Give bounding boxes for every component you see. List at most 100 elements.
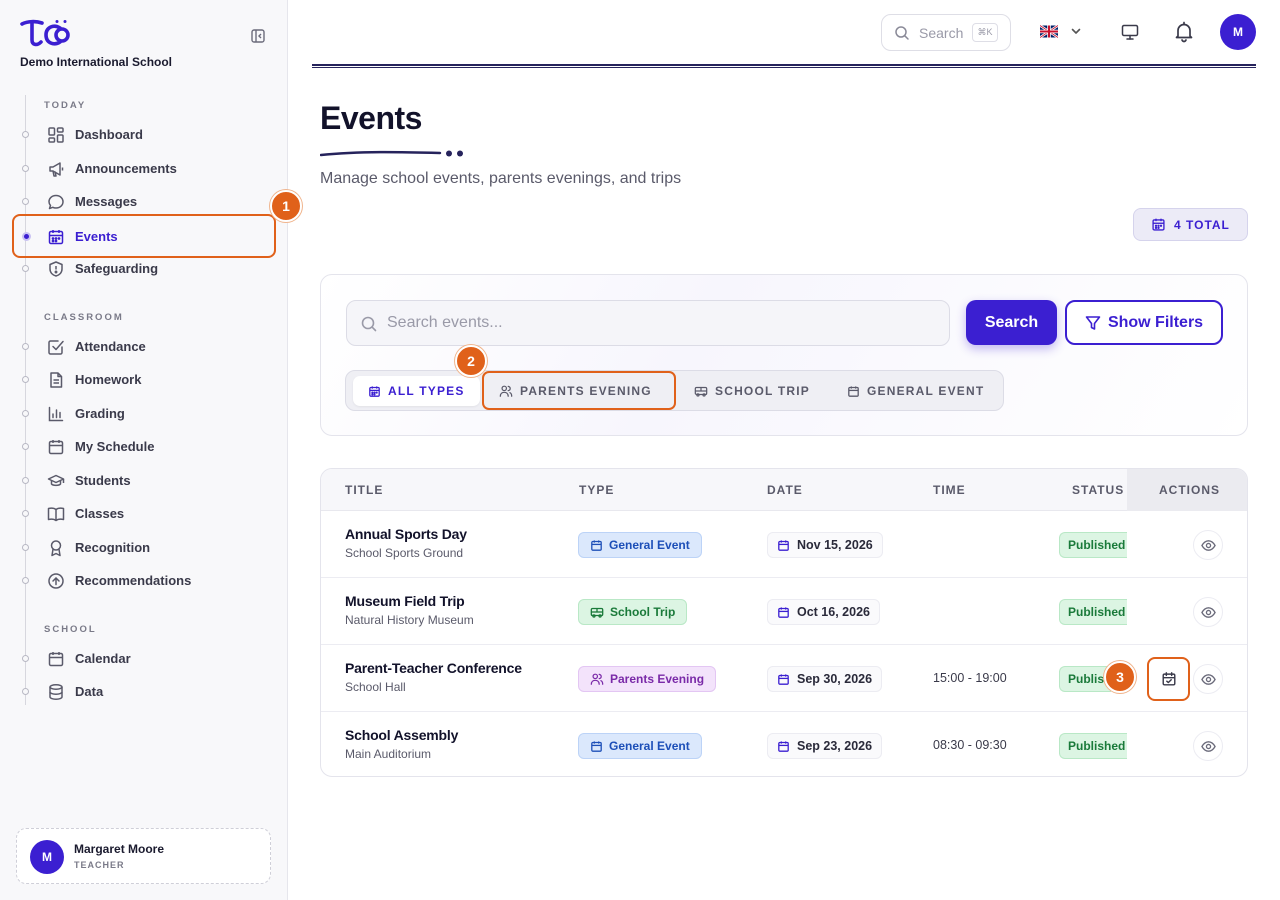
sidebar-item-label: Dashboard (75, 127, 143, 142)
sidebar: Demo International School TODAY Dashboar… (0, 0, 288, 900)
tab-parents-evening[interactable]: PARENTS EVENING (482, 371, 676, 410)
chat-bubble-icon (47, 193, 65, 211)
tab-all-types[interactable]: ALL TYPES (353, 376, 480, 406)
sidebar-item-recognition[interactable]: Recognition (12, 531, 276, 565)
sidebar-item-homework[interactable]: Homework (12, 363, 276, 397)
chevron-down-icon[interactable] (1070, 25, 1082, 37)
type-label: School Trip (610, 605, 676, 619)
calendar-icon (369, 385, 380, 397)
event-time: 15:00 - 19:00 (933, 671, 1007, 685)
tab-label: SCHOOL TRIP (715, 384, 810, 398)
view-button[interactable] (1193, 597, 1223, 627)
tab-school-trip[interactable]: SCHOOL TRIP (679, 376, 825, 406)
sidebar-item-dashboard[interactable]: Dashboard (12, 118, 276, 152)
calendar-icon (778, 539, 789, 551)
school-logo[interactable] (20, 18, 74, 48)
table-row[interactable]: Annual Sports Day School Sports Ground G… (321, 511, 1247, 578)
monitor-icon[interactable] (1120, 22, 1140, 42)
page-title: Events (320, 100, 422, 136)
column-header-date[interactable]: DATE (767, 483, 803, 497)
calendar-icon (47, 438, 65, 456)
calendar-icon (1152, 218, 1165, 231)
view-button[interactable] (1193, 530, 1223, 560)
date-badge: Sep 30, 2026 (767, 666, 883, 692)
event-search-field[interactable] (346, 300, 950, 346)
column-header-type[interactable]: TYPE (579, 483, 614, 497)
date-badge: Nov 15, 2026 (767, 532, 883, 558)
global-search[interactable]: Search ⌘K (881, 14, 1011, 51)
type-label: Parents Evening (610, 672, 705, 686)
sidebar-item-label: Data (75, 684, 104, 699)
sidebar-item-label: Grading (75, 406, 125, 421)
sidebar-item-classes[interactable]: Classes (12, 497, 276, 531)
sidebar-item-announcements[interactable]: Announcements (12, 152, 276, 186)
column-header-title[interactable]: TITLE (345, 483, 383, 497)
school-name: Demo International School (20, 55, 173, 69)
database-icon (47, 683, 65, 701)
date-label: Sep 30, 2026 (797, 672, 873, 686)
sidebar-item-attendance[interactable]: Attendance (12, 330, 276, 364)
sidebar-item-calendar[interactable]: Calendar (12, 642, 276, 676)
sidebar-item-grading[interactable]: Grading (12, 397, 276, 431)
column-header-time[interactable]: TIME (933, 483, 966, 497)
column-header-status[interactable]: STATUS (1072, 483, 1124, 497)
date-label: Oct 16, 2026 (797, 605, 870, 619)
total-count-label: 4 TOTAL (1174, 217, 1230, 232)
section-label-school: SCHOOL (44, 624, 97, 635)
sidebar-item-label: Classes (75, 506, 125, 521)
calendar-icon (591, 539, 602, 551)
avatar: M (30, 840, 64, 874)
sidebar-item-my-schedule[interactable]: My Schedule (12, 430, 276, 464)
column-header-actions: ACTIONS (1159, 483, 1220, 497)
date-label: Sep 23, 2026 (797, 739, 873, 753)
sidebar-item-recommendations[interactable]: Recommendations (12, 564, 276, 598)
bell-icon[interactable] (1172, 20, 1196, 44)
user-role: TEACHER (74, 860, 125, 870)
event-title[interactable]: Museum Field Trip (345, 593, 465, 609)
event-search-input[interactable] (387, 301, 937, 345)
book-icon (47, 505, 65, 523)
event-title[interactable]: School Assembly (345, 727, 458, 743)
sidebar-item-safeguarding[interactable]: Safeguarding (12, 252, 276, 286)
user-avatar[interactable]: M (1220, 14, 1256, 50)
show-filters-button[interactable]: Show Filters (1065, 300, 1223, 345)
uk-flag-icon[interactable] (1040, 25, 1058, 38)
type-badge: General Event (578, 733, 702, 759)
date-label: Nov 15, 2026 (797, 538, 873, 552)
users-icon (590, 673, 604, 685)
graduation-cap-icon (47, 472, 65, 490)
event-title[interactable]: Annual Sports Day (345, 526, 467, 542)
sidebar-item-data[interactable]: Data (12, 675, 276, 709)
search-button[interactable]: Search (966, 300, 1057, 345)
table-row[interactable]: Museum Field Trip Natural History Museum… (321, 578, 1247, 645)
users-icon (499, 385, 513, 397)
calendar-icon (778, 673, 789, 685)
tab-label: ALL TYPES (388, 384, 465, 398)
title-underline-decoration (320, 148, 470, 160)
sidebar-item-label: Messages (75, 194, 138, 209)
tab-general-event[interactable]: GENERAL EVENT (832, 376, 999, 406)
view-button[interactable] (1193, 664, 1223, 694)
schedule-button[interactable] (1147, 657, 1190, 701)
user-profile-card[interactable]: M Margaret Moore TEACHER (16, 828, 271, 884)
sidebar-item-students[interactable]: Students (12, 464, 276, 498)
view-button[interactable] (1193, 731, 1223, 761)
header-divider (312, 64, 1256, 68)
event-location: Natural History Museum (345, 613, 474, 627)
sidebar-item-label: Attendance (75, 339, 146, 354)
section-label-classroom: CLASSROOM (44, 312, 124, 323)
calendar-icon (848, 385, 859, 397)
page-subtitle: Manage school events, parents evenings, … (320, 170, 682, 187)
sidebar-item-label: Calendar (75, 651, 131, 666)
eye-icon (1200, 673, 1216, 685)
document-icon (47, 371, 65, 389)
event-location: School Sports Ground (345, 546, 464, 560)
collapse-sidebar-icon[interactable] (250, 28, 266, 44)
bus-icon (590, 607, 604, 618)
table-row[interactable]: School Assembly Main Auditorium General … (321, 712, 1247, 776)
shield-icon (47, 260, 65, 278)
total-count-badge: 4 TOTAL (1133, 208, 1248, 241)
annotation-badge-3: 3 (1104, 661, 1136, 693)
arrow-up-circle-icon (47, 572, 65, 590)
event-title[interactable]: Parent-Teacher Conference (345, 660, 522, 676)
